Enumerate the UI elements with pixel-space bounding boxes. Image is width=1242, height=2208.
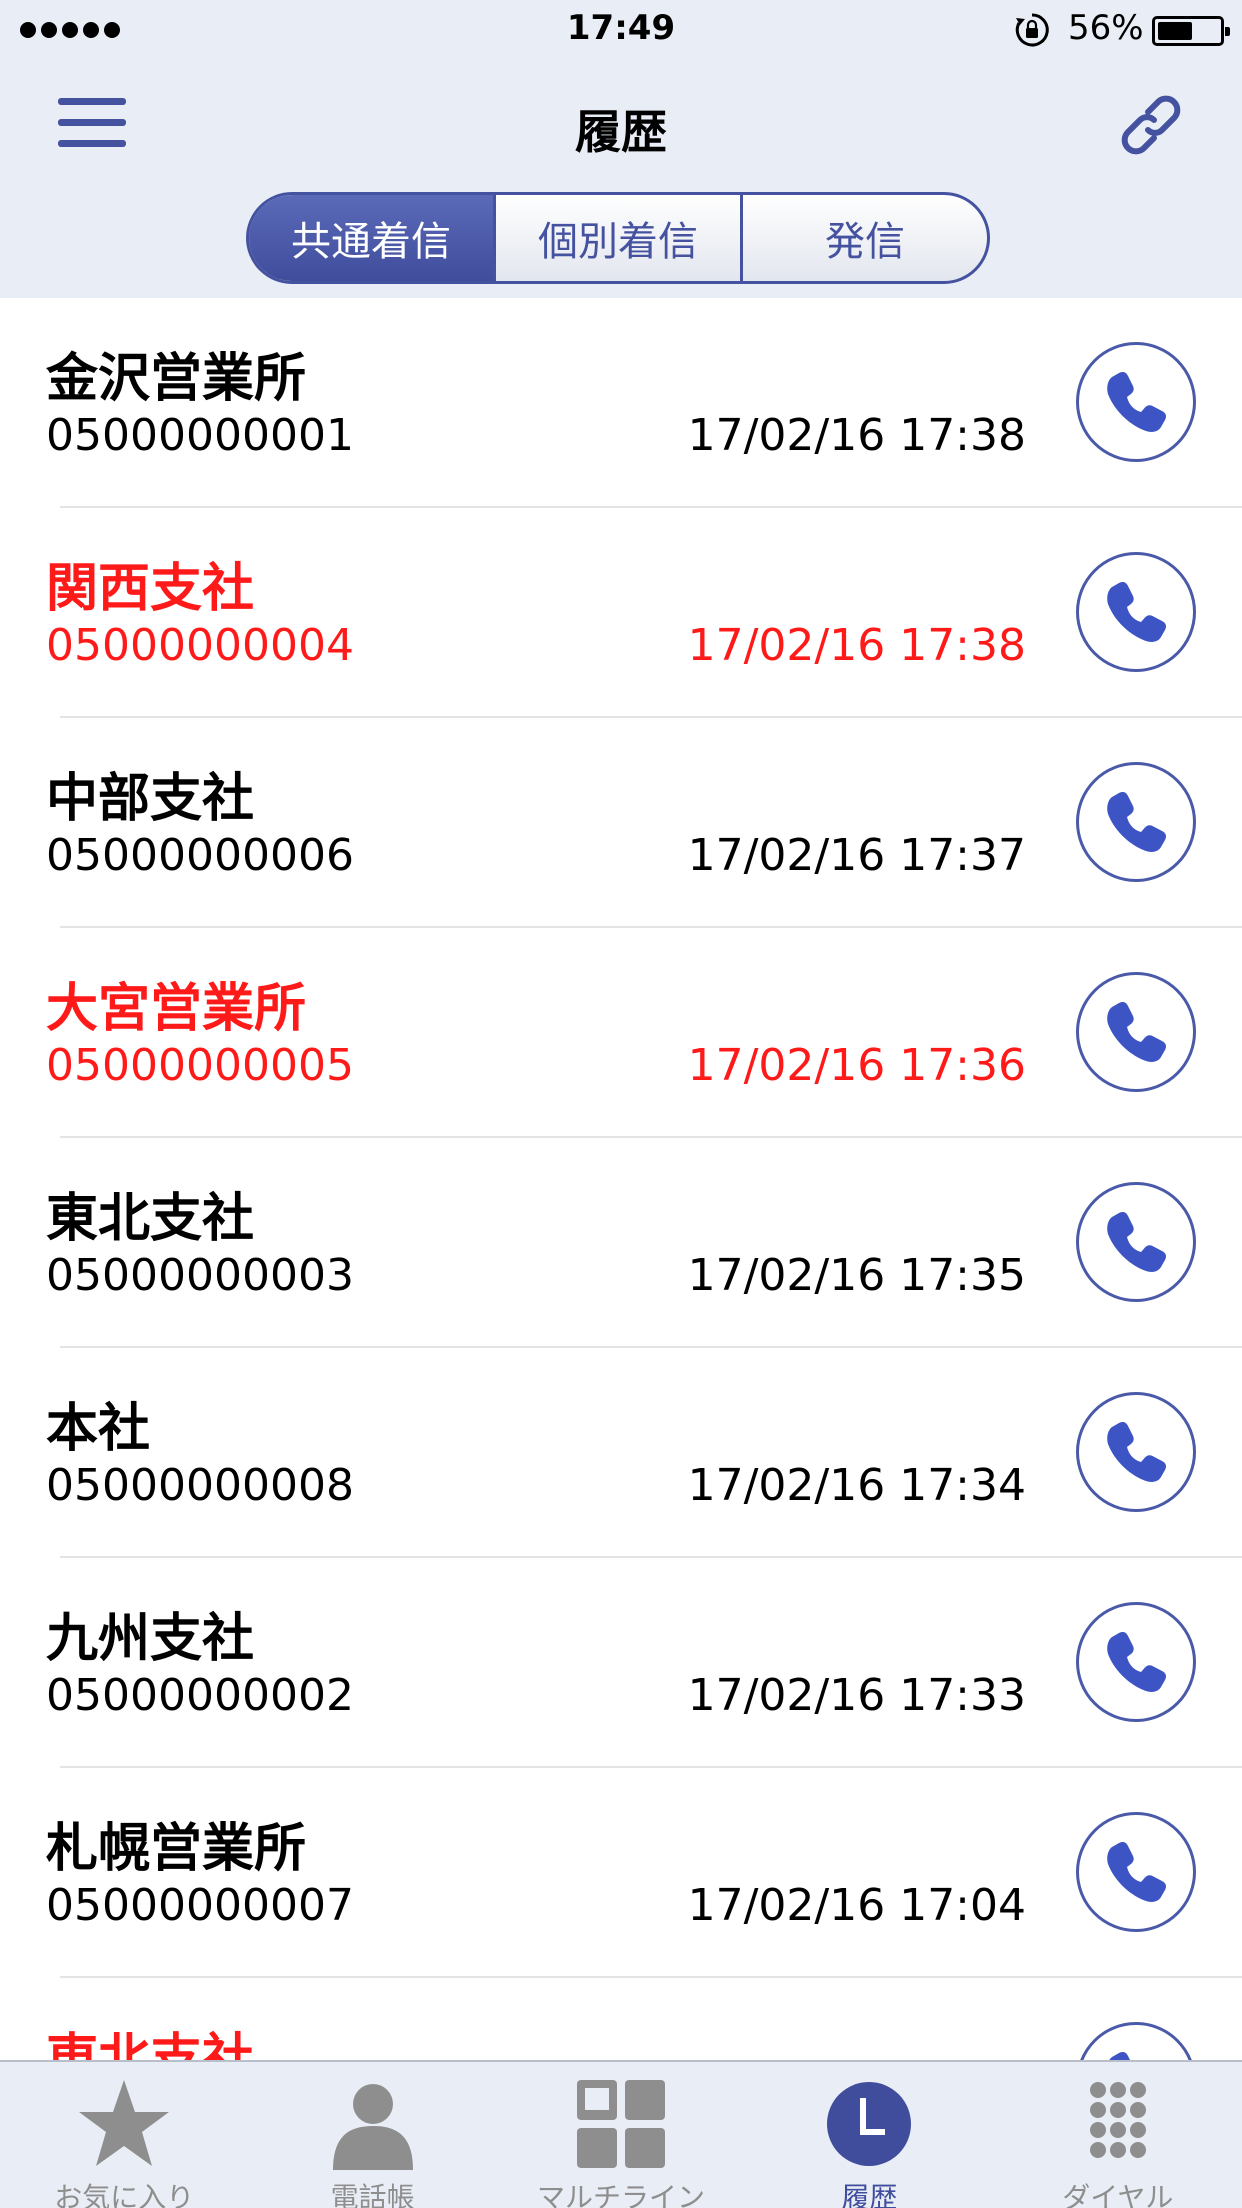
contact-name: 九州支社 bbox=[46, 1609, 255, 1669]
segment-tab[interactable]: 発信 bbox=[743, 195, 987, 281]
tab-person[interactable]: 電話帳 bbox=[248, 2062, 496, 2208]
call-datetime: 17/02/16 17:04 bbox=[687, 1880, 1026, 1931]
person-icon bbox=[323, 2074, 423, 2174]
phone-icon bbox=[1107, 582, 1166, 642]
phone-number: 05000000001 bbox=[46, 410, 354, 461]
phone-icon bbox=[1107, 1422, 1166, 1482]
tab-label: お気に入り bbox=[54, 2181, 195, 2208]
tab-clock[interactable]: 履歴 bbox=[745, 2062, 993, 2208]
history-row[interactable]: 大宮営業所 05000000005 17/02/16 17:36 bbox=[0, 928, 1242, 1138]
tab-label: 電話帳 bbox=[330, 2181, 415, 2208]
battery-percent: 56% bbox=[1068, 8, 1144, 48]
call-button[interactable] bbox=[1076, 762, 1196, 882]
contact-name: 関西支社 bbox=[46, 559, 255, 619]
star-icon bbox=[74, 2074, 174, 2174]
contact-name: 本社 bbox=[46, 1399, 151, 1459]
battery-icon bbox=[1152, 16, 1230, 46]
status-bar: 17:49 56% bbox=[0, 0, 1242, 62]
phone-number: 05000000004 bbox=[46, 620, 354, 671]
link-icon[interactable] bbox=[1118, 92, 1184, 158]
call-datetime: 17/02/16 17:37 bbox=[687, 830, 1026, 881]
phone-number: 05000000007 bbox=[46, 1880, 354, 1931]
phone-icon bbox=[1107, 1842, 1166, 1902]
call-button[interactable] bbox=[1076, 1602, 1196, 1722]
tab-grid[interactable]: マルチライン bbox=[497, 2062, 745, 2208]
phone-icon bbox=[1107, 792, 1166, 852]
phone-number: 05000000006 bbox=[46, 830, 354, 881]
call-datetime: 17/02/16 17:35 bbox=[687, 1250, 1026, 1301]
call-history-list: 金沢営業所 05000000001 17/02/16 17:38 関西支社 050000… bbox=[0, 298, 1242, 2060]
call-button[interactable] bbox=[1076, 552, 1196, 672]
call-datetime: 17/02/16 17:34 bbox=[687, 1460, 1026, 1511]
call-button[interactable] bbox=[1076, 342, 1196, 462]
phone-icon bbox=[1107, 1002, 1166, 1062]
phone-number: 05000000008 bbox=[46, 1460, 354, 1511]
contact-name: 札幌営業所 bbox=[46, 1819, 307, 1879]
contact-name: 大宮営業所 bbox=[46, 979, 307, 1039]
contact-name: 東北支社 bbox=[46, 2029, 255, 2060]
phone-number: 05000000005 bbox=[46, 1040, 354, 1091]
history-row[interactable]: 関西支社 05000000004 17/02/16 17:38 bbox=[0, 508, 1242, 718]
call-button[interactable] bbox=[1076, 1182, 1196, 1302]
history-row[interactable]: 東北支社 bbox=[0, 1978, 1242, 2060]
grid-icon bbox=[571, 2074, 671, 2174]
history-row[interactable]: 九州支社 05000000002 17/02/16 17:33 bbox=[0, 1558, 1242, 1768]
tab-label: 履歴 bbox=[841, 2181, 898, 2208]
navigation-header: 17:49 56% 履歴 共通着信 個別着信 発信 bbox=[0, 0, 1242, 298]
call-datetime: 17/02/16 17:38 bbox=[687, 620, 1026, 671]
phone-icon bbox=[1107, 1632, 1166, 1692]
rotation-lock-icon bbox=[1015, 13, 1049, 47]
call-button[interactable] bbox=[1076, 1392, 1196, 1512]
clock-icon bbox=[819, 2074, 919, 2174]
call-button[interactable] bbox=[1076, 972, 1196, 1092]
tab-bar: お気に入り 電話帳 マルチライン 履歴 ダイヤル bbox=[0, 2060, 1242, 2208]
tab-label: マルチライン bbox=[537, 2181, 706, 2208]
phone-icon bbox=[1109, 2052, 1130, 2060]
phone-icon bbox=[1107, 372, 1166, 432]
contact-name: 中部支社 bbox=[46, 769, 255, 829]
contact-name: 東北支社 bbox=[46, 1189, 255, 1249]
history-row[interactable]: 金沢営業所 05000000001 17/02/16 17:38 bbox=[0, 298, 1242, 508]
history-row[interactable]: 札幌営業所 05000000007 17/02/16 17:04 bbox=[0, 1768, 1242, 1978]
contact-name: 金沢営業所 bbox=[46, 349, 307, 409]
tab-star[interactable]: お気に入り bbox=[0, 2062, 248, 2208]
segment-tab[interactable]: 共通着信 bbox=[249, 195, 496, 281]
history-row[interactable]: 中部支社 05000000006 17/02/16 17:37 bbox=[0, 718, 1242, 928]
call-button[interactable] bbox=[1076, 1812, 1196, 1932]
phone-icon bbox=[1107, 1212, 1166, 1272]
status-time: 17:49 bbox=[566, 8, 676, 48]
segment-tab[interactable]: 個別着信 bbox=[496, 195, 743, 281]
history-row[interactable]: 東北支社 05000000003 17/02/16 17:35 bbox=[0, 1138, 1242, 1348]
call-datetime: 17/02/16 17:36 bbox=[687, 1040, 1026, 1091]
phone-number: 05000000003 bbox=[46, 1250, 354, 1301]
history-row[interactable]: 本社 05000000008 17/02/16 17:34 bbox=[0, 1348, 1242, 1558]
call-datetime: 17/02/16 17:33 bbox=[687, 1670, 1026, 1721]
call-datetime: 17/02/16 17:38 bbox=[687, 410, 1026, 461]
phone-number: 05000000002 bbox=[46, 1670, 354, 1721]
keypad-icon bbox=[1068, 2074, 1168, 2174]
page-title: 履歴 bbox=[575, 105, 667, 159]
call-button[interactable] bbox=[1076, 2022, 1196, 2060]
history-filter-segmented-control: 共通着信 個別着信 発信 bbox=[246, 192, 990, 284]
tab-label: ダイヤル bbox=[1062, 2181, 1174, 2208]
tab-keypad[interactable]: ダイヤル bbox=[994, 2062, 1242, 2208]
